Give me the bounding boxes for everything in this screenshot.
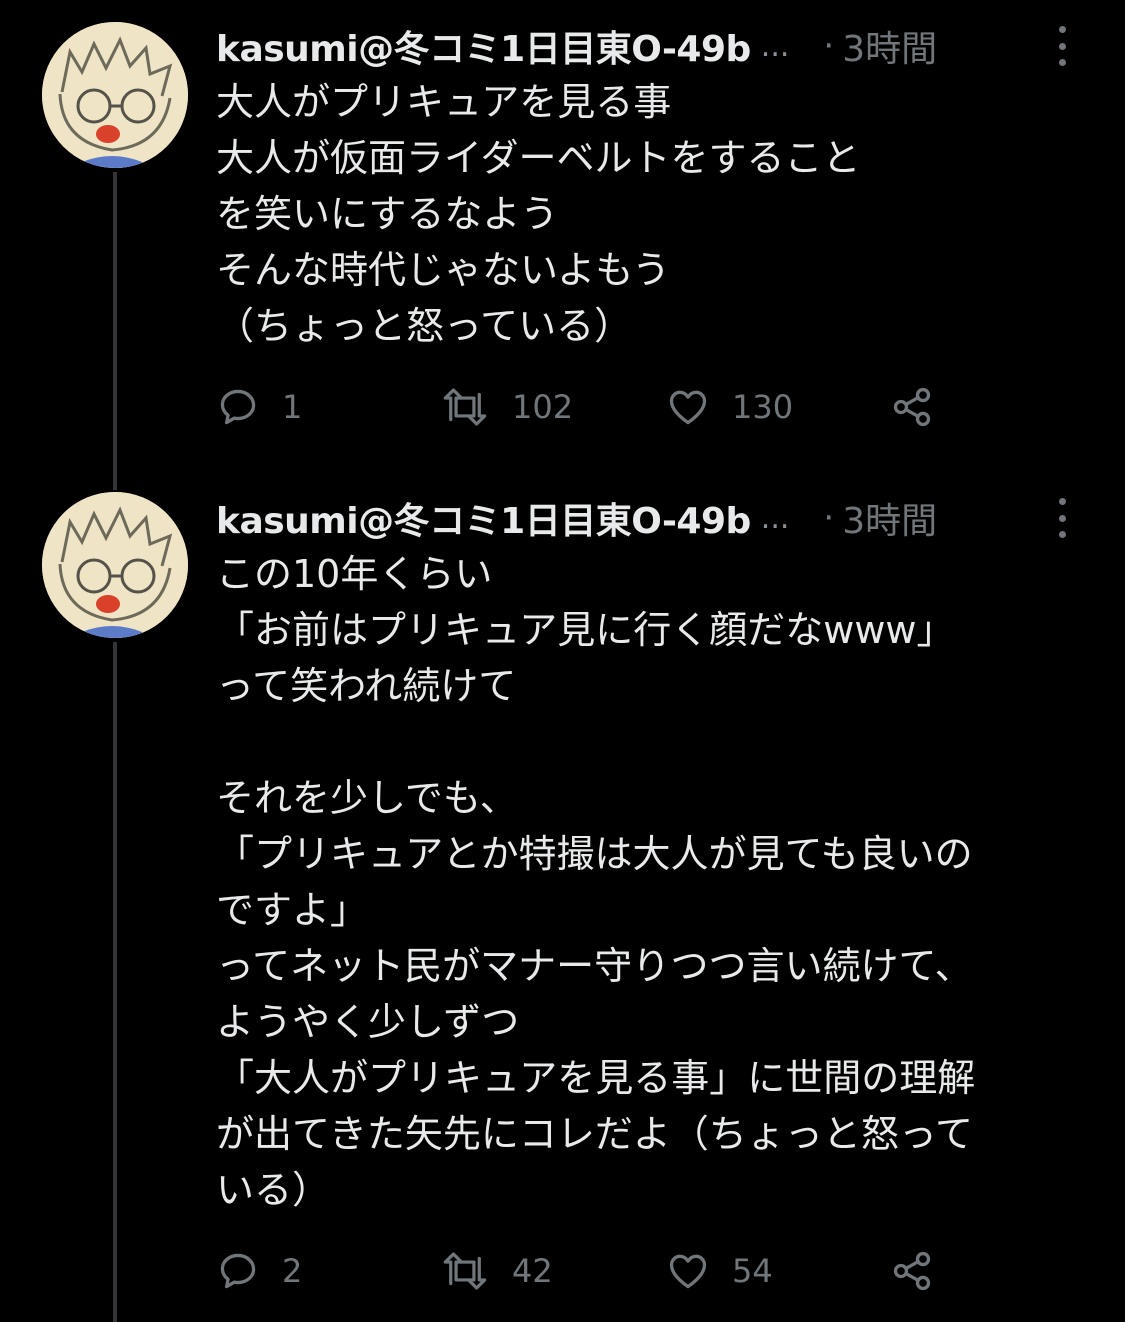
timestamp[interactable]: 3時間 xyxy=(842,492,937,544)
separator-dot: · xyxy=(823,498,835,538)
thread-line xyxy=(113,642,117,1322)
author-name[interactable]: kasumi@冬コミ1日目東O-49b xyxy=(216,492,751,544)
timestamp[interactable]: 3時間 xyxy=(842,20,937,72)
dot-icon xyxy=(1058,42,1066,50)
heart-icon xyxy=(669,390,707,425)
heart-icon xyxy=(669,1254,707,1289)
share-button[interactable] xyxy=(890,1246,934,1296)
avatar-drawing xyxy=(42,492,188,638)
name-truncation: ... xyxy=(760,500,790,536)
retweet-button[interactable]: 42 xyxy=(440,1246,553,1296)
like-count: 54 xyxy=(732,1252,773,1290)
tweet-text: 大人がプリキュアを見る事 大人が仮面ライダーベルトをすること を笑いにするなよう… xyxy=(216,80,861,348)
tweet-header: kasumi@冬コミ1日目東O-49b ... · 3時間 xyxy=(216,18,1076,74)
separator-dot: · xyxy=(823,26,835,66)
reply-icon xyxy=(220,389,256,425)
author-name[interactable]: kasumi@冬コミ1日目東O-49b xyxy=(216,20,751,72)
avatar[interactable] xyxy=(42,22,188,168)
share-icon xyxy=(893,387,931,427)
retweet-count: 42 xyxy=(512,1252,553,1290)
reply-icon xyxy=(220,1253,256,1289)
tweet[interactable]: kasumi@冬コミ1日目東O-49b ... · 3時間 この10年くらい 「… xyxy=(0,490,1125,1322)
dot-icon xyxy=(1058,531,1066,538)
reply-button[interactable]: 2 xyxy=(216,1246,302,1296)
reply-button[interactable]: 1 xyxy=(216,382,302,432)
share-icon xyxy=(893,1251,931,1291)
tweet-header: kasumi@冬コミ1日目東O-49b ... · 3時間 xyxy=(216,490,1076,546)
retweet-button[interactable]: 102 xyxy=(440,382,573,432)
avatar-drawing xyxy=(42,22,188,168)
dot-icon xyxy=(1058,498,1066,505)
tweet-actions: 1 102 130 xyxy=(216,382,976,432)
retweet-icon xyxy=(443,388,487,426)
retweet-icon xyxy=(443,1252,487,1290)
dot-icon xyxy=(1058,514,1066,522)
tweet-actions: 2 42 54 xyxy=(216,1246,976,1296)
share-button[interactable] xyxy=(890,382,934,432)
dot-icon xyxy=(1058,59,1066,66)
like-button[interactable]: 54 xyxy=(666,1246,773,1296)
reply-count: 1 xyxy=(282,388,303,426)
retweet-count: 102 xyxy=(512,388,574,426)
more-options-icon[interactable] xyxy=(1050,26,1074,66)
like-count: 130 xyxy=(732,388,794,426)
more-options-icon[interactable] xyxy=(1050,498,1074,538)
thread-line xyxy=(113,172,117,490)
avatar[interactable] xyxy=(42,492,188,638)
name-truncation: ... xyxy=(760,28,790,64)
tweet[interactable]: kasumi@冬コミ1日目東O-49b ... · 3時間 大人がプリキュアを見… xyxy=(0,0,1125,490)
tweet-text: この10年くらい 「お前はプリキュア見に行く顔だなwww」 って笑われ続けて そ… xyxy=(216,552,976,1212)
reply-count: 2 xyxy=(282,1252,303,1290)
dot-icon xyxy=(1058,26,1066,33)
like-button[interactable]: 130 xyxy=(666,382,793,432)
